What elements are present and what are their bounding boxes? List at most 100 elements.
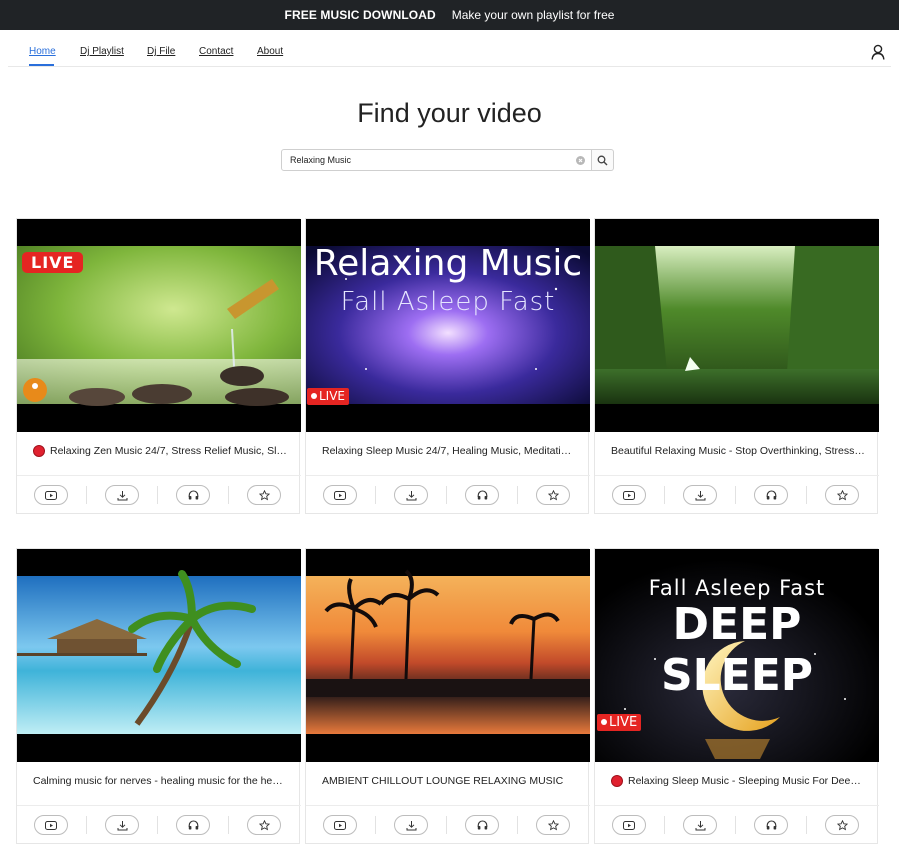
video-card[interactable]: AMBIENT CHILLOUT LOUNGE RELAXING MUSIC: [305, 548, 590, 844]
download-button[interactable]: [105, 815, 139, 835]
video-title[interactable]: Relaxing Zen Music 24/7, Stress Relief M…: [33, 445, 287, 457]
video-thumbnail[interactable]: [306, 549, 590, 762]
video-card[interactable]: LIVE Relaxing Zen Music 24/7, Stress Rel…: [16, 218, 301, 514]
star-icon: [836, 489, 848, 500]
user-icon[interactable]: [871, 44, 885, 60]
favorite-button[interactable]: [536, 815, 570, 835]
nav-dj-file[interactable]: Dj File: [147, 46, 175, 57]
play-button[interactable]: [323, 485, 357, 505]
thumbnail-headline: Relaxing Music: [313, 243, 583, 284]
video-title[interactable]: Relaxing Sleep Music 24/7, Healing Music…: [322, 445, 576, 457]
play-video-icon: [45, 490, 57, 500]
page-title: Find your video: [357, 98, 542, 128]
divider: [446, 816, 447, 834]
listen-button[interactable]: [465, 815, 499, 835]
nav-active-indicator: [29, 64, 54, 66]
clear-icon[interactable]: [576, 156, 585, 165]
favorite-button[interactable]: [247, 815, 281, 835]
divider: [375, 486, 376, 504]
card-actions: [306, 806, 590, 844]
card-actions: [595, 806, 879, 844]
video-thumbnail[interactable]: [17, 549, 301, 762]
download-button[interactable]: [394, 485, 428, 505]
thumbnail-subline: DEEP SLEEP: [660, 599, 814, 701]
favorite-button[interactable]: [825, 815, 859, 835]
play-video-icon: [623, 490, 635, 500]
favorite-button[interactable]: [825, 485, 859, 505]
main-nav: Home Dj Playlist Dj File Contact About: [8, 30, 891, 67]
play-video-icon: [45, 820, 57, 830]
card-actions: [595, 476, 879, 514]
download-button[interactable]: [105, 485, 139, 505]
play-button[interactable]: [34, 815, 68, 835]
video-thumbnail[interactable]: LIVE: [17, 219, 301, 432]
listen-button[interactable]: [754, 485, 788, 505]
download-button[interactable]: [683, 815, 717, 835]
listen-button[interactable]: [465, 485, 499, 505]
search-input[interactable]: [281, 149, 592, 171]
live-dot-icon: [601, 719, 607, 725]
listen-button[interactable]: [176, 815, 210, 835]
divider: [228, 486, 229, 504]
video-title[interactable]: Calming music for nerves - healing music…: [33, 775, 287, 787]
search-bar: [281, 149, 614, 171]
play-button[interactable]: [34, 485, 68, 505]
play-button[interactable]: [323, 815, 357, 835]
video-thumbnail[interactable]: Relaxing Music Fall Asleep Fast LIVE: [306, 219, 590, 432]
card-actions: [17, 476, 301, 514]
star-icon: [258, 819, 270, 830]
video-card[interactable]: Calming music for nerves - healing music…: [16, 548, 301, 844]
headphones-icon: [477, 490, 487, 500]
nav-contact[interactable]: Contact: [199, 46, 233, 57]
live-badge: LIVE: [597, 714, 642, 731]
download-button[interactable]: [683, 485, 717, 505]
nav-home[interactable]: Home: [29, 46, 56, 57]
download-icon: [695, 820, 705, 830]
play-button[interactable]: [612, 815, 646, 835]
divider: [86, 816, 87, 834]
play-video-icon: [334, 820, 346, 830]
listen-button[interactable]: [176, 485, 210, 505]
search-button[interactable]: [592, 149, 614, 171]
favorite-button[interactable]: [536, 485, 570, 505]
nav-dj-playlist[interactable]: Dj Playlist: [80, 46, 124, 57]
search-icon: [597, 155, 608, 165]
live-dot-icon: [311, 393, 317, 399]
video-thumbnail[interactable]: [595, 219, 879, 432]
divider: [517, 816, 518, 834]
play-button[interactable]: [612, 485, 646, 505]
brand-tagline: Make your own playlist for free: [451, 8, 615, 22]
brand-title: FREE MUSIC DOWNLOAD: [284, 8, 436, 22]
video-title[interactable]: Beautiful Relaxing Music - Stop Overthin…: [611, 445, 865, 457]
download-icon: [695, 490, 705, 500]
divider: [157, 486, 158, 504]
nav-about[interactable]: About: [257, 46, 283, 57]
live-badge: LIVE: [22, 252, 84, 273]
video-card[interactable]: Relaxing Music Fall Asleep Fast LIVE Rel…: [305, 218, 590, 514]
download-icon: [117, 490, 127, 500]
star-icon: [547, 819, 559, 830]
card-actions: [306, 476, 590, 514]
download-button[interactable]: [394, 815, 428, 835]
thumbnail-headline: Fall Asleep Fast: [648, 576, 826, 600]
listen-button[interactable]: [754, 815, 788, 835]
favorite-button[interactable]: [247, 485, 281, 505]
divider: [86, 486, 87, 504]
divider: [735, 486, 736, 504]
divider: [664, 486, 665, 504]
divider: [517, 486, 518, 504]
video-card[interactable]: Beautiful Relaxing Music - Stop Overthin…: [594, 218, 879, 514]
star-icon: [258, 489, 270, 500]
play-video-icon: [334, 490, 346, 500]
divider: [157, 816, 158, 834]
video-title[interactable]: Relaxing Sleep Music - Sleeping Music Fo…: [611, 775, 865, 787]
divider: [806, 816, 807, 834]
video-card[interactable]: Fall Asleep Fast DEEP SLEEP LIVE Relaxin…: [594, 548, 879, 844]
divider: [446, 486, 447, 504]
headphones-icon: [188, 490, 198, 500]
video-title[interactable]: AMBIENT CHILLOUT LOUNGE RELAXING MUSIC: [322, 775, 576, 787]
divider: [806, 486, 807, 504]
headphones-icon: [188, 820, 198, 830]
headphones-icon: [477, 820, 487, 830]
video-thumbnail[interactable]: Fall Asleep Fast DEEP SLEEP LIVE: [595, 549, 879, 762]
